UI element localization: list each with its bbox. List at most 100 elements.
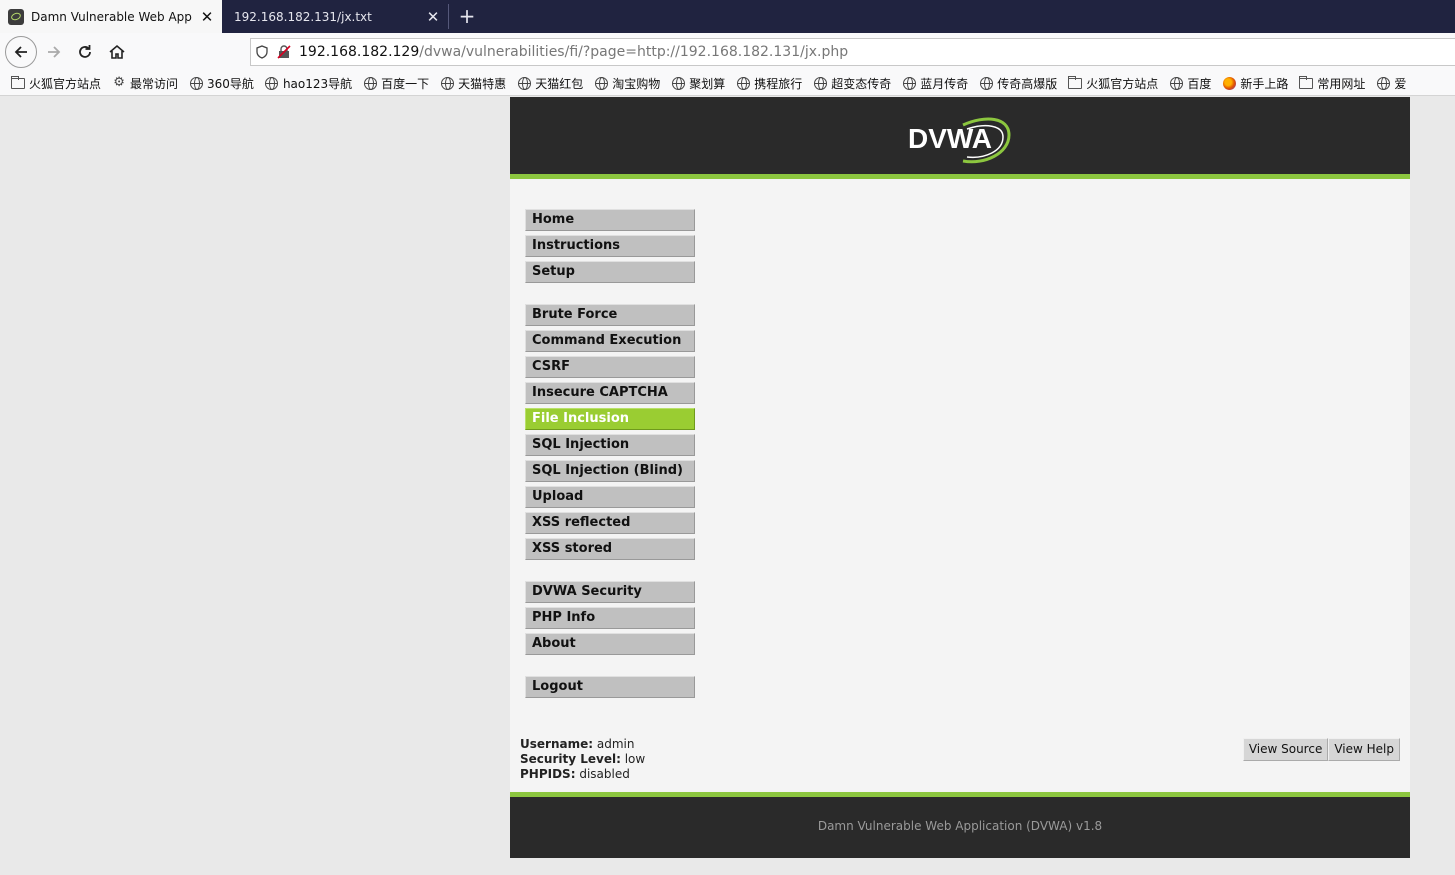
menu-item-command-execution[interactable]: Command Execution — [525, 330, 695, 352]
insecure-lock-icon[interactable] — [273, 45, 295, 59]
view-help-button[interactable]: View Help — [1328, 738, 1400, 761]
bookmark-item[interactable]: 淘宝购物 — [594, 75, 660, 92]
menu-item-brute-force[interactable]: Brute Force — [525, 304, 695, 326]
tab-divider — [448, 4, 449, 29]
bookmark-item[interactable]: 常用网址 — [1299, 75, 1365, 92]
bookmark-item[interactable]: 超变态传奇 — [813, 75, 891, 92]
username-label: Username: — [520, 737, 594, 751]
menu-item-dvwa-security[interactable]: DVWA Security — [525, 581, 695, 603]
new-tab-icon[interactable]: + — [455, 4, 479, 28]
tab-strip: Damn Vulnerable Web App ✕ 192.168.182.13… — [0, 0, 1455, 33]
forward-arrow-icon — [48, 46, 61, 58]
menu-item-upload[interactable]: Upload — [525, 486, 695, 508]
menu-item-instructions[interactable]: Instructions — [525, 235, 695, 257]
url-path: /dvwa/vulnerabilities/fi/?page=http://19… — [419, 44, 849, 60]
bookmark-label: 360导航 — [207, 76, 254, 91]
bookmark-item[interactable]: 蓝月传奇 — [902, 75, 968, 92]
menu-item-logout[interactable]: Logout — [525, 676, 695, 698]
globe-icon — [979, 76, 993, 90]
globe-icon — [736, 76, 750, 90]
forward-button[interactable] — [40, 38, 68, 66]
bookmark-label: hao123导航 — [282, 76, 353, 91]
tab-jx-txt[interactable]: 192.168.182.131/jx.txt ✕ — [222, 0, 448, 33]
bookmark-label: 携程旅行 — [754, 76, 803, 91]
bookmark-label: 传奇高爆版 — [997, 76, 1058, 91]
view-source-button[interactable]: View Source — [1242, 738, 1329, 761]
menu-spacer — [525, 287, 695, 304]
bookmark-item[interactable]: 聚划算 — [671, 75, 725, 92]
help-buttons: View Source View Help — [1242, 738, 1400, 761]
menu-item-xss-stored[interactable]: XSS stored — [525, 538, 695, 560]
bookmark-label: 火狐官方站点 — [1086, 76, 1159, 91]
tab-dvwa[interactable]: Damn Vulnerable Web App ✕ — [0, 0, 222, 33]
back-arrow-icon — [14, 46, 27, 58]
bookmark-item[interactable]: 360导航 — [189, 75, 254, 92]
address-bar[interactable]: 192.168.182.129/dvwa/vulnerabilities/fi/… — [250, 38, 1455, 66]
bookmark-item[interactable]: 爱 — [1376, 75, 1406, 92]
globe-icon — [594, 76, 608, 90]
globe-icon — [363, 76, 377, 90]
bookmark-label: 爱 — [1394, 76, 1407, 91]
menu-item-insecure-captcha[interactable]: Insecure CAPTCHA — [525, 382, 695, 404]
folder-icon — [11, 75, 25, 90]
firefox-icon — [1222, 76, 1236, 90]
bookmark-label: 聚划算 — [689, 76, 726, 91]
menu-item-about[interactable]: About — [525, 633, 695, 655]
globe-icon — [189, 76, 203, 90]
dvwa-logo: DVWA — [908, 117, 1011, 164]
bookmark-label: 新手上路 — [1240, 76, 1289, 91]
dvwa-header: DVWA — [510, 97, 1410, 179]
home-icon — [109, 44, 125, 59]
bookmark-label: 百度 — [1187, 76, 1212, 91]
phpids-line: PHPIDS: disabled — [520, 767, 645, 782]
globe-icon — [813, 76, 827, 90]
bookmark-item[interactable]: 百度 — [1169, 75, 1211, 92]
bookmark-label: 天猫特惠 — [458, 76, 507, 91]
url-host: 192.168.182.129 — [299, 44, 420, 60]
menu-spacer — [525, 564, 695, 581]
dvwa-menu: Home Instructions Setup Brute Force Comm… — [525, 209, 695, 702]
navigation-toolbar: 192.168.182.129/dvwa/vulnerabilities/fi/… — [0, 33, 1455, 71]
globe-icon — [517, 76, 531, 90]
menu-item-php-info[interactable]: PHP Info — [525, 607, 695, 629]
bookmark-item[interactable]: 携程旅行 — [736, 75, 802, 92]
bookmark-label: 天猫红包 — [535, 76, 584, 91]
bookmark-item[interactable]: 新手上路 — [1222, 75, 1288, 92]
gear-icon: ⚙ — [113, 75, 125, 90]
back-button[interactable] — [5, 36, 37, 68]
tab-title: Damn Vulnerable Web App — [31, 9, 192, 24]
security-level-line: Security Level: low — [520, 752, 645, 767]
shield-icon[interactable] — [251, 45, 273, 59]
home-button[interactable] — [103, 38, 131, 66]
bookmark-item[interactable]: 百度一下 — [363, 75, 429, 92]
reload-icon — [79, 45, 91, 58]
bookmark-item[interactable]: 传奇高爆版 — [979, 75, 1057, 92]
menu-item-sql-injection[interactable]: SQL Injection — [525, 434, 695, 456]
globe-icon — [265, 76, 279, 90]
menu-item-setup[interactable]: Setup — [525, 261, 695, 283]
bookmark-item[interactable]: 火狐官方站点 — [1068, 75, 1158, 92]
phpids-value: disabled — [579, 767, 630, 781]
menu-item-csrf[interactable]: CSRF — [525, 356, 695, 378]
bookmark-item[interactable]: 火狐官方站点 — [11, 75, 101, 92]
dvwa-footer: Damn Vulnerable Web Application (DVWA) v… — [510, 792, 1410, 858]
menu-item-home[interactable]: Home — [525, 209, 695, 231]
svg-text:DVWA: DVWA — [908, 123, 992, 154]
bookmark-label: 超变态传奇 — [831, 76, 892, 91]
bookmark-item[interactable]: 天猫红包 — [517, 75, 583, 92]
globe-icon — [1169, 76, 1183, 90]
close-icon[interactable]: ✕ — [196, 8, 218, 26]
tab-title: 192.168.182.131/jx.txt — [234, 9, 372, 24]
bookmark-item[interactable]: ⚙ 最常访问 — [112, 75, 178, 92]
bookmark-label: 百度一下 — [381, 76, 430, 91]
bookmark-item[interactable]: hao123导航 — [265, 75, 352, 92]
bookmark-item[interactable]: 天猫特惠 — [440, 75, 506, 92]
close-icon[interactable]: ✕ — [422, 8, 444, 26]
dvwa-favicon-icon — [8, 8, 24, 25]
menu-item-file-inclusion[interactable]: File Inclusion — [525, 408, 695, 430]
menu-item-xss-reflected[interactable]: XSS reflected — [525, 512, 695, 534]
menu-item-sql-injection-blind[interactable]: SQL Injection (Blind) — [525, 460, 695, 482]
username-line: Username: admin — [520, 737, 645, 752]
reload-button[interactable] — [71, 38, 99, 66]
folder-icon — [1068, 75, 1083, 90]
